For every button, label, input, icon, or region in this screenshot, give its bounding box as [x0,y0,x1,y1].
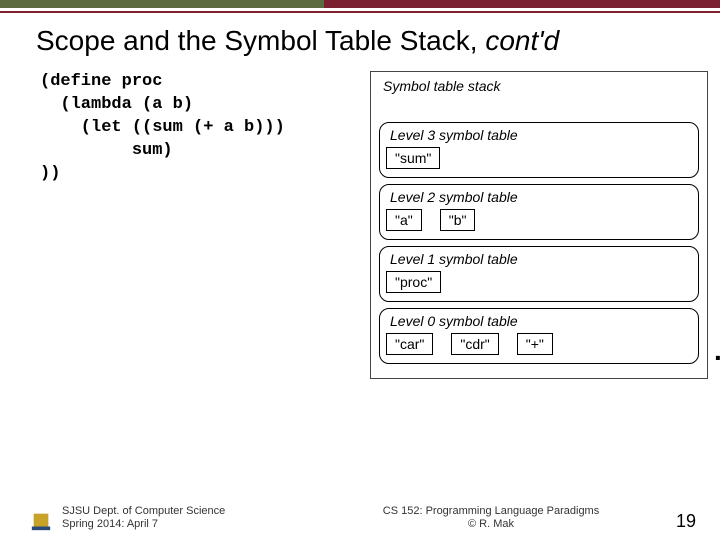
entry-row: "a" "b" [386,209,692,231]
footer-date: Spring 2014: April 7 [62,518,262,532]
slide-title: Scope and the Symbol Table Stack, cont'd [36,25,720,57]
decorative-top-bar [0,0,720,8]
code-line: (lambda (a b) [40,95,193,114]
slide-footer: SJSU Dept. of Computer Science Spring 20… [0,505,720,533]
level-title: Level 3 symbol table [390,127,692,143]
footer-dept: SJSU Dept. of Computer Science [62,505,262,519]
code-line: )) [40,164,60,183]
level-title: Level 2 symbol table [390,189,692,205]
symbol-entry: "sum" [386,147,440,169]
level-3: Level 3 symbol table "sum" [379,122,699,178]
title-plain: Scope and the Symbol Table Stack, [36,25,485,56]
symbol-entry: "a" [386,209,422,231]
level-title: Level 1 symbol table [390,251,692,267]
stack-wrapper: Symbol table stack Level 3 symbol table … [370,71,720,379]
footer-course: CS 152: Programming Language Paradigms [262,505,720,519]
page-number: 19 [676,511,696,532]
symbol-entry: "car" [386,333,433,355]
entry-row: "car" "cdr" "+" [386,333,692,355]
level-0: Level 0 symbol table "car" "cdr" "+" [379,308,699,364]
symbol-entry: "b" [440,209,476,231]
symbol-entry: "+" [517,333,553,355]
decorative-thin-line [0,11,720,13]
footer-center: CS 152: Programming Language Paradigms ©… [262,505,720,533]
symbol-entry: "cdr" [451,333,498,355]
entry-row: "sum" [386,147,692,169]
entry-row: "proc" [386,271,692,293]
symbol-table-stack: Symbol table stack Level 3 symbol table … [370,71,708,379]
code-block: (define proc (lambda (a b) (let ((sum (+… [40,71,340,379]
level-title: Level 0 symbol table [390,313,692,329]
code-line: (let ((sum (+ a b))) [40,118,285,137]
level-2: Level 2 symbol table "a" "b" [379,184,699,240]
stack-title: Symbol table stack [383,78,699,94]
symbol-entry: "proc" [386,271,441,293]
sjsu-logo-icon [30,510,52,532]
level-1: Level 1 symbol table "proc" [379,246,699,302]
slide-content: (define proc (lambda (a b) (let ((sum (+… [0,71,720,379]
ellipsis-icon: ... [714,335,720,367]
title-italic: cont'd [485,25,559,56]
code-line: sum) [40,141,173,160]
footer-copyright: © R. Mak [262,518,720,532]
footer-left: SJSU Dept. of Computer Science Spring 20… [62,505,262,533]
code-line: (define proc [40,72,162,91]
